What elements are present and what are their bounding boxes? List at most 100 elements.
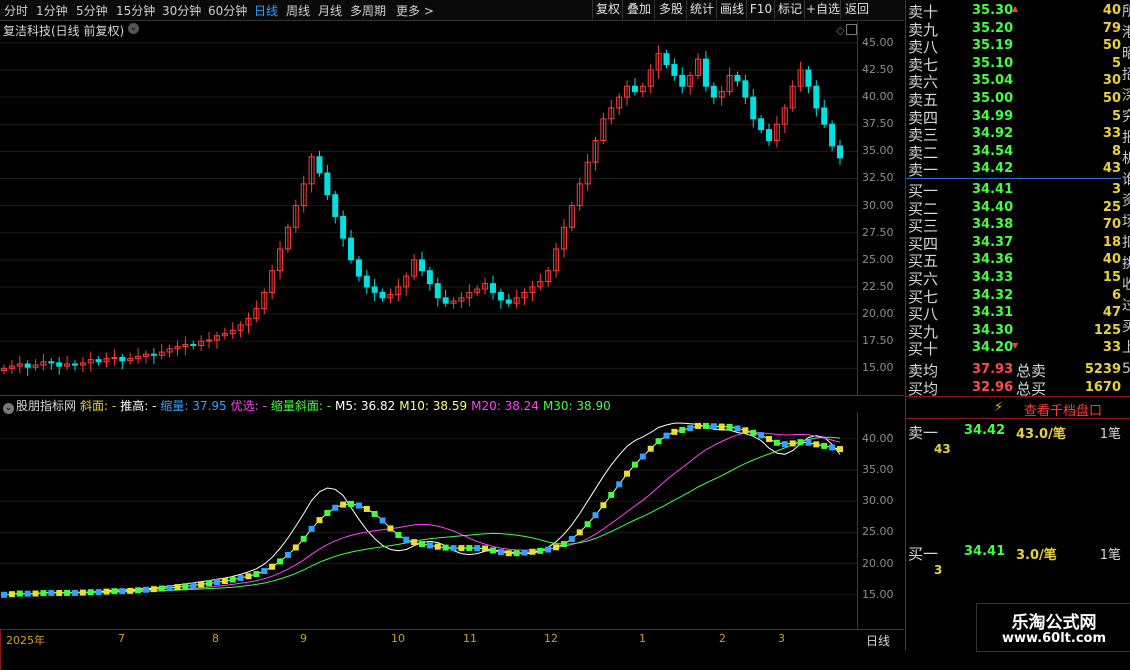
price-tick: 25.00 [862,252,894,266]
signal-block [411,539,418,546]
side-strip-char: 过 [1122,298,1130,314]
candle-body [505,299,512,304]
action-0[interactable]: 复权 [592,0,623,19]
candlestick-chart[interactable] [0,22,858,396]
book-volume: 18 [1102,234,1121,250]
period-7[interactable]: 周线 [286,2,310,19]
book-volume: 47 [1102,305,1121,321]
period-0[interactable]: 分时 [4,2,28,19]
depth-ask-row[interactable]: 卖一 34.42 43.0/笔 1笔 43 [906,422,1121,462]
ask-row[interactable]: 卖八 35.19 50 [906,37,1121,56]
signal-block [742,427,749,434]
action-7[interactable]: +自选 [804,0,841,19]
signal-block [773,439,780,446]
period-10[interactable]: 更多 > [396,2,434,19]
indicator-name[interactable]: 股朋指标网 [16,399,76,413]
candle-body [56,362,63,367]
action-6[interactable]: 标记 [774,0,805,19]
period-toolbar: 分时 1分钟 5分钟 15分钟 30分钟 60分钟 日线 周线 月线 多周期 更多 > 复权 叠加 多股统… [0,0,904,21]
signal-block [379,517,386,524]
bid-row[interactable]: 买九 34.30 125 [906,322,1121,341]
candle-body [442,297,449,304]
indicator-chart[interactable] [0,412,858,630]
book-price: 34.54 [972,143,1014,159]
indicator-axis: 40.00 35.00 30.00 25.00 20.00 15.00 [858,412,904,630]
ask-row[interactable]: 卖七 35.10 5 [906,55,1121,74]
indicator-item: M30: 38.90 [542,399,611,413]
candle-body [750,96,757,120]
signal-block [537,547,544,554]
ask-row[interactable]: 卖九 35.20 79 [906,20,1121,39]
signal-block [403,536,410,543]
period-5[interactable]: 60分钟 [208,2,247,19]
side-strip-char: 买 [1122,319,1130,335]
candle-body [150,353,157,356]
action-8[interactable]: 返回 [840,0,873,19]
book-volume: 125 [1093,322,1121,338]
signal-block [182,583,189,590]
period-4[interactable]: 30分钟 [162,2,201,19]
bid-row[interactable]: 买一 34.41 3 [906,181,1121,200]
period-2[interactable]: 5分钟 [76,2,108,19]
ask-row[interactable]: 卖四 34.99 5 [906,108,1121,127]
candle-body [821,107,828,125]
action-4[interactable]: 画线 [716,0,747,19]
signal-block [576,529,583,536]
bid-row[interactable]: 买六 34.33 15 [906,269,1121,288]
period-6[interactable]: 日线 [254,2,278,19]
bid-row[interactable]: 买十 34.20 ▼ 33 [906,339,1121,358]
depth-detail: 43 [934,442,951,456]
signal-block [663,432,670,439]
x-label: 8 [212,632,219,645]
book-volume: 43 [1102,161,1121,177]
thousand-depth-link[interactable]: 查看千档盘口 [1024,400,1102,419]
action-3[interactable]: 统计 [686,0,717,19]
x-tick [0,666,1,670]
bid-row[interactable]: 买五 34.36 40 [906,251,1121,270]
period-3[interactable]: 15分钟 [116,2,155,19]
period-1[interactable]: 1分钟 [36,2,68,19]
signal-block [48,589,55,596]
depth-bid-row[interactable]: 买一 34.41 3.0/笔 1笔 3 [906,543,1121,583]
ask-row[interactable]: 卖三 34.92 33 [906,125,1121,144]
book-price: 34.99 [972,108,1014,124]
signal-block [150,586,157,593]
ask-row[interactable]: 卖一 34.42 43 [906,160,1121,179]
book-price: 34.31 [972,305,1014,321]
side-strip-char: 所 [1122,4,1130,20]
ask-row[interactable]: 卖十 35.30 ▲ 40 [906,2,1121,21]
period-8[interactable]: 月线 [318,2,342,19]
signal-block [482,545,489,552]
book-volume: 25 [1102,199,1121,215]
signal-block [213,579,220,586]
action-2[interactable]: 多股 [654,0,687,19]
period-9[interactable]: 多周期 [350,2,386,19]
signal-block [221,577,228,584]
signal-block [245,573,252,580]
side-strip-char: 究 [1122,109,1130,125]
indicator-item: 优选: - [230,399,267,413]
signal-block [513,550,520,557]
bid-row[interactable]: 买二 34.40 25 [906,199,1121,218]
bid-row[interactable]: 买四 34.37 18 [906,234,1121,253]
signal-block [529,548,536,555]
indicator-item: 缩量: 37.95 [160,399,227,413]
bid-row[interactable]: 买八 34.31 47 [906,304,1121,323]
book-price: 34.37 [972,234,1014,250]
depth-price: 34.42 [964,423,1006,438]
action-5[interactable]: F10 [746,0,775,19]
ask-row[interactable]: 卖六 35.04 30 [906,72,1121,91]
book-volume: 8 [1111,143,1121,159]
depth-count: 1笔 [1099,548,1121,563]
depth-name: 卖一 [908,424,939,442]
signal-block [277,558,284,565]
side-strip-char: 收 [1122,277,1130,293]
bid-row[interactable]: 买三 34.38 70 [906,216,1121,235]
ask-row[interactable]: 卖二 34.54 8 [906,143,1121,162]
action-1[interactable]: 叠加 [622,0,655,19]
book-volume: 50 [1102,38,1121,54]
signal-block [166,584,173,591]
bid-row[interactable]: 买七 34.32 6 [906,287,1121,306]
ask-row[interactable]: 卖五 35.00 50 [906,90,1121,109]
candle-body [679,74,686,87]
